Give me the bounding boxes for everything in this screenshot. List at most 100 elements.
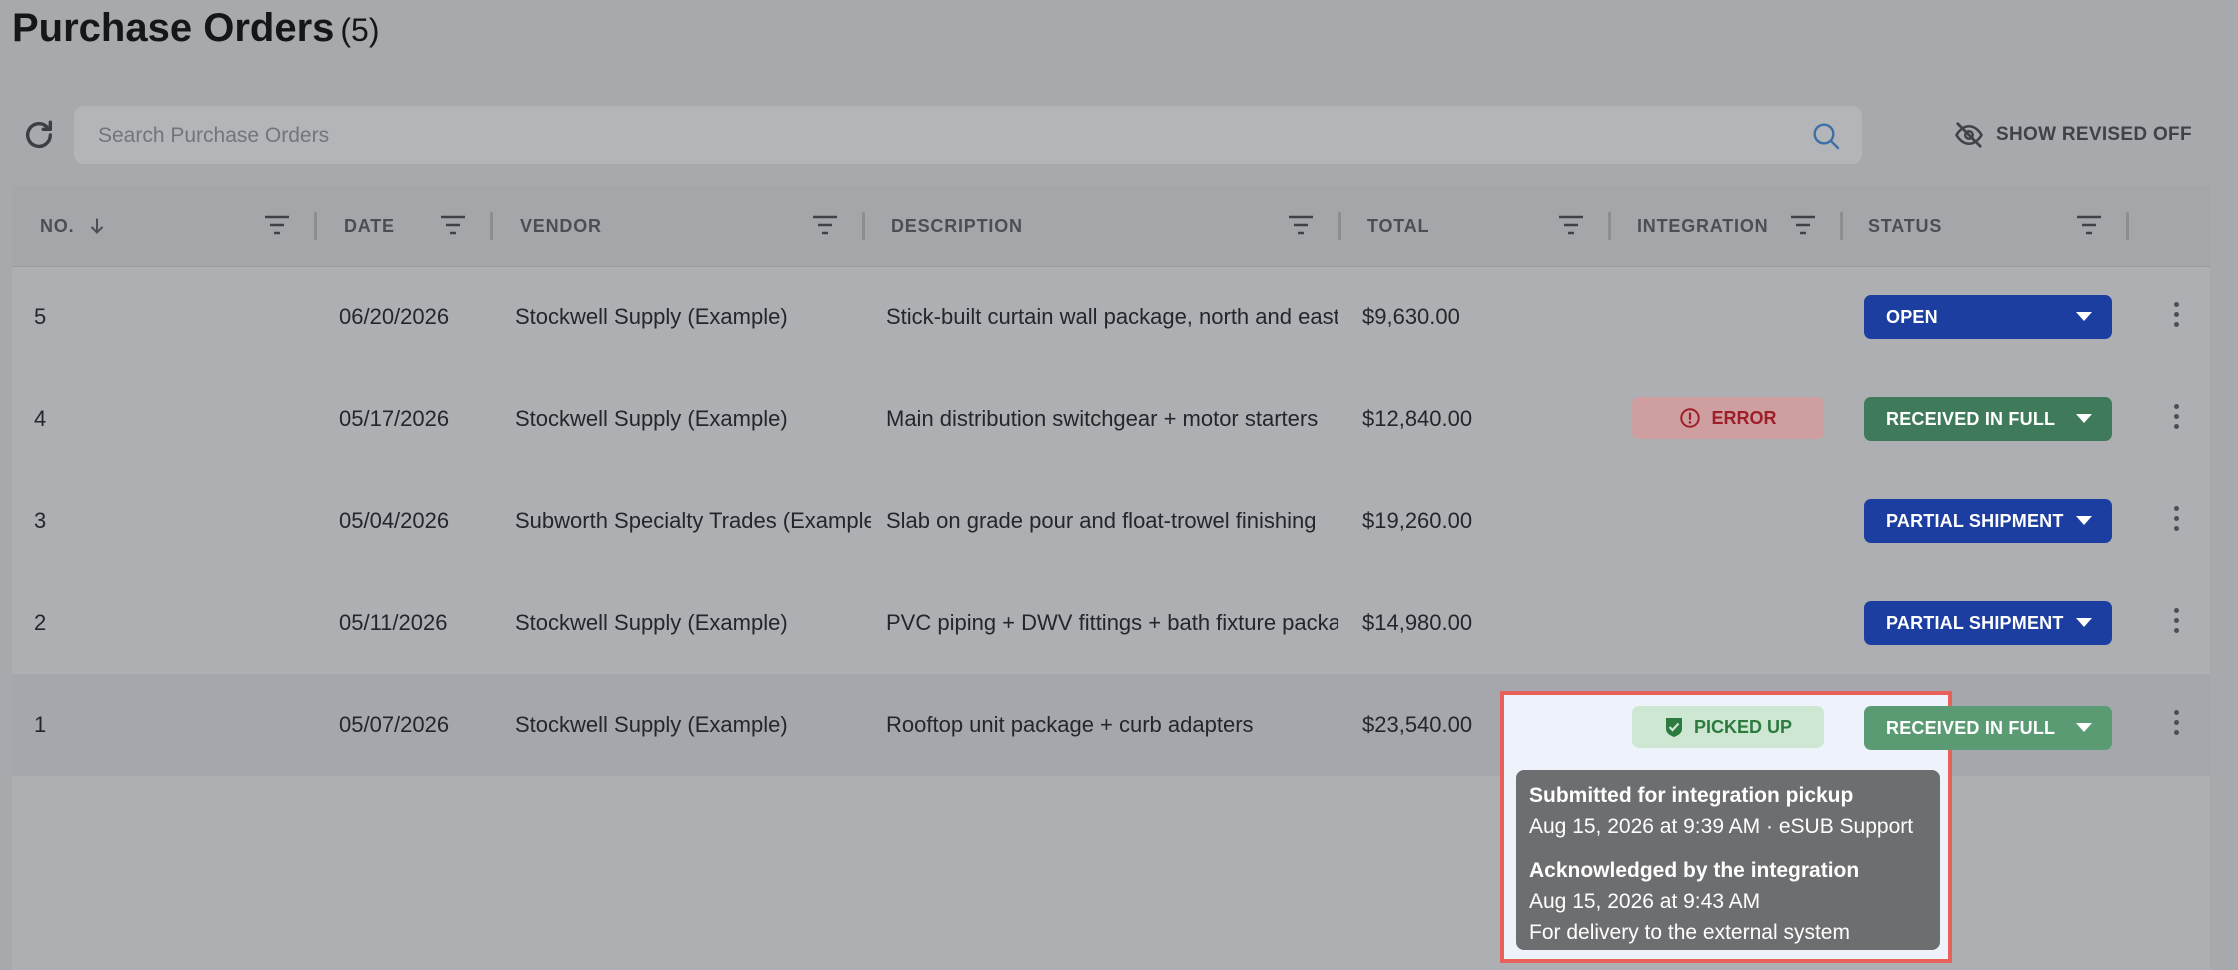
row-menu-icon[interactable]	[2166, 707, 2186, 743]
cell-no: 4	[34, 406, 47, 431]
cell-vendor: Stockwell Supply (Example)	[515, 406, 788, 431]
caret-down-icon	[2076, 723, 2092, 732]
column-date-label: DATE	[344, 215, 395, 236]
table-row[interactable]: 5 06/20/2026 Stockwell Supply (Example) …	[12, 266, 2210, 368]
column-header-status[interactable]: STATUS	[1868, 186, 1942, 266]
table-row[interactable]: 4 05/17/2026 Stockwell Supply (Example) …	[12, 368, 2210, 470]
column-resizer[interactable]	[2126, 212, 2129, 240]
cell-vendor: Subworth Specialty Trades (Example)	[515, 508, 871, 533]
cell-no: 5	[34, 304, 47, 329]
tooltip-ack-note: For delivery to the external system	[1529, 921, 1850, 944]
cell-no: 3	[34, 508, 47, 533]
search-bar	[74, 106, 1862, 166]
integration-tooltip: Submitted for integration pickup Aug 15,…	[1516, 770, 1940, 950]
tooltip-submitted-detail: Aug 15, 2026 at 9:39 AM · eSUB Support	[1529, 815, 1914, 838]
search-icon[interactable]	[1810, 120, 1842, 152]
column-resizer[interactable]	[490, 212, 493, 240]
integration-picked-up-badge[interactable]: PICKED UP	[1632, 706, 1824, 748]
page-title-text: Purchase Orders	[12, 6, 335, 50]
cell-vendor: Stockwell Supply (Example)	[515, 712, 788, 737]
column-integration-label: INTEGRATION	[1637, 215, 1769, 236]
search-input[interactable]	[96, 106, 1800, 166]
column-total-label: TOTAL	[1367, 215, 1430, 236]
table-row[interactable]: 2 05/11/2026 Stockwell Supply (Example) …	[12, 572, 2210, 674]
row-menu-icon[interactable]	[2166, 299, 2186, 335]
cell-total: $14,980.00	[1362, 610, 1473, 635]
integration-picked-up-label: PICKED UP	[1693, 716, 1792, 737]
cell-description: Rooftop unit package + curb adapters	[886, 712, 1254, 737]
column-header-no[interactable]: NO.	[40, 186, 108, 266]
column-resizer[interactable]	[1608, 212, 1611, 240]
cell-total: $19,260.00	[1362, 508, 1473, 533]
status-dropdown[interactable]: RECEIVED IN FULL	[1864, 397, 2112, 441]
filter-icon[interactable]	[1288, 214, 1314, 236]
cell-total: $12,840.00	[1362, 406, 1473, 431]
show-revised-label: SHOW REVISED OFF	[1996, 124, 2192, 145]
caret-down-icon	[2076, 312, 2092, 321]
page-title: Purchase Orders (5)	[12, 6, 380, 51]
eye-off-icon	[1955, 122, 1983, 148]
row-menu-icon[interactable]	[2166, 401, 2186, 437]
cell-description: Main distribution switchgear + motor sta…	[886, 406, 1319, 431]
filter-icon[interactable]	[1558, 214, 1584, 236]
cell-vendor: Stockwell Supply (Example)	[515, 304, 788, 329]
cell-total: $9,630.00	[1362, 304, 1460, 329]
caret-down-icon	[2076, 618, 2092, 627]
table-header: NO. DATE VENDOR DESCRIPTION TOTAL INTEGR…	[12, 186, 2210, 267]
column-header-total[interactable]: TOTAL	[1367, 186, 1429, 266]
cell-no: 2	[34, 610, 47, 635]
table-row[interactable]: 3 05/04/2026 Subworth Specialty Trades (…	[12, 470, 2210, 572]
status-label: PARTIAL SHIPMENT	[1886, 510, 2064, 531]
integration-error-label: ERROR	[1711, 407, 1777, 428]
cell-description: Slab on grade pour and float-trowel fini…	[886, 508, 1317, 533]
cell-date: 05/07/2026	[339, 712, 450, 737]
integration-error-badge[interactable]: ERROR	[1632, 397, 1824, 439]
cell-date: 05/04/2026	[339, 508, 450, 533]
column-resizer[interactable]	[1338, 212, 1341, 240]
column-header-vendor[interactable]: VENDOR	[520, 186, 602, 266]
filter-icon[interactable]	[440, 214, 466, 236]
column-resizer[interactable]	[1840, 212, 1843, 240]
cell-total: $23,540.00	[1362, 712, 1473, 737]
status-label: RECEIVED IN FULL	[1886, 408, 2056, 429]
cell-date: 05/17/2026	[339, 406, 450, 431]
cell-description: Stick-built curtain wall package, north …	[886, 304, 1338, 329]
status-dropdown[interactable]: PARTIAL SHIPMENT	[1864, 499, 2112, 543]
column-status-label: STATUS	[1868, 215, 1943, 236]
tooltip-ack-title: Acknowledged by the integration	[1529, 859, 1860, 882]
filter-icon[interactable]	[264, 214, 290, 236]
column-header-date[interactable]: DATE	[344, 186, 395, 266]
cell-date: 06/20/2026	[339, 304, 450, 329]
tooltip-submitted-title: Submitted for integration pickup	[1529, 784, 1854, 807]
refresh-icon[interactable]	[22, 118, 56, 152]
filter-icon[interactable]	[1790, 214, 1816, 236]
sort-down-icon[interactable]	[86, 215, 108, 237]
row-menu-icon[interactable]	[2166, 503, 2186, 539]
shield-check-icon	[1665, 718, 1682, 737]
tooltip-ack-time: Aug 15, 2026 at 9:43 AM	[1529, 890, 1761, 913]
cell-no: 1	[34, 712, 47, 737]
status-label: OPEN	[1886, 306, 1938, 327]
column-no-label: NO.	[40, 215, 75, 236]
page-count: (5)	[340, 12, 380, 48]
status-label: PARTIAL SHIPMENT	[1886, 612, 2064, 633]
caret-down-icon	[2076, 516, 2092, 525]
show-revised-toggle[interactable]: SHOW REVISED OFF	[1954, 118, 2192, 152]
caret-down-icon	[2076, 414, 2092, 423]
column-header-description[interactable]: DESCRIPTION	[891, 186, 1023, 266]
status-dropdown[interactable]: RECEIVED IN FULL	[1864, 706, 2112, 750]
filter-icon[interactable]	[2076, 214, 2102, 236]
column-header-integration[interactable]: INTEGRATION	[1637, 186, 1768, 266]
cell-date: 05/11/2026	[339, 610, 448, 635]
row-menu-icon[interactable]	[2166, 605, 2186, 641]
column-resizer[interactable]	[314, 212, 317, 240]
filter-icon[interactable]	[812, 214, 838, 236]
status-dropdown[interactable]: OPEN	[1864, 295, 2112, 339]
column-description-label: DESCRIPTION	[891, 215, 1023, 236]
status-label: RECEIVED IN FULL	[1886, 717, 2056, 738]
cell-vendor: Stockwell Supply (Example)	[515, 610, 788, 635]
status-dropdown[interactable]: PARTIAL SHIPMENT	[1864, 601, 2112, 645]
alert-circle-icon	[1680, 408, 1701, 428]
column-resizer[interactable]	[862, 212, 865, 240]
column-vendor-label: VENDOR	[520, 215, 602, 236]
